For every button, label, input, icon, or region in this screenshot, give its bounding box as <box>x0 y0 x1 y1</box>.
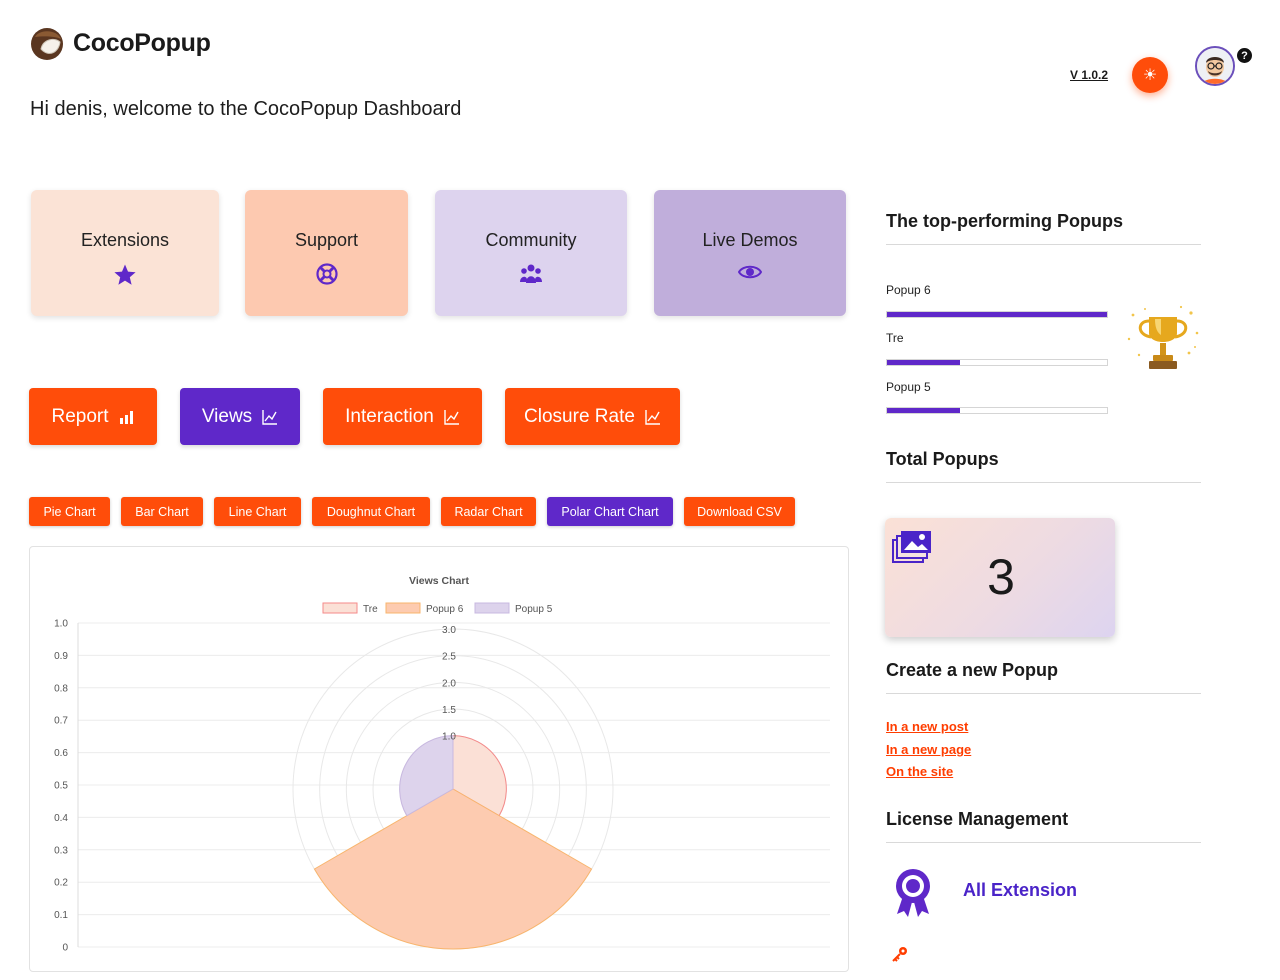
r-tick-label: 3.0 <box>442 625 456 636</box>
top-popup-name: Tre <box>886 331 904 345</box>
help-icon[interactable]: ? <box>1237 48 1252 63</box>
interaction-label: Interaction <box>345 405 434 427</box>
pie-chart-button[interactable]: Pie Chart <box>29 497 110 526</box>
closure-rate-button[interactable]: Closure Rate <box>505 388 680 445</box>
report-button[interactable]: Report <box>29 388 157 445</box>
key-icon[interactable] <box>891 945 909 963</box>
doughnut-chart-button[interactable]: Doughnut Chart <box>312 497 430 526</box>
top-popup-name: Popup 5 <box>886 380 931 394</box>
divider <box>886 244 1201 245</box>
r-tick-label: 2.0 <box>442 678 456 689</box>
version-link[interactable]: V 1.0.2 <box>1070 68 1108 82</box>
total-popups-value: 3 <box>987 549 1015 605</box>
star-icon <box>114 264 136 285</box>
line-chart-button[interactable]: Line Chart <box>214 497 301 526</box>
progress-fill <box>887 408 960 413</box>
legend-swatch <box>385 602 421 614</box>
polar-chart-button[interactable]: Polar Chart Chart <box>547 497 673 526</box>
polar-slice <box>313 788 593 950</box>
coconut-icon <box>31 28 63 60</box>
line-chart-icon <box>262 409 278 425</box>
r-tick-label: 1.0 <box>442 732 456 743</box>
total-popups-title: Total Popups <box>886 449 999 469</box>
top-popup-progress <box>886 311 1108 318</box>
welcome-message: Hi denis, welcome to the CocoPopup Dashb… <box>30 98 462 120</box>
top-popup-name: Popup 6 <box>886 283 931 297</box>
y-tick-label: 0.8 <box>54 683 68 694</box>
y-tick-label: 0.2 <box>54 878 68 889</box>
legend-label: Popup 5 <box>515 604 553 615</box>
y-tick-label: 0 <box>62 943 68 954</box>
divider <box>886 482 1201 483</box>
card-community-label: Community <box>485 230 577 250</box>
create-popup-title: Create a new Popup <box>886 660 1059 680</box>
legend-label: Popup 6 <box>426 604 464 615</box>
y-tick-label: 1.0 <box>54 619 68 630</box>
y-tick-label: 0.6 <box>54 748 68 759</box>
y-tick-label: 0.1 <box>54 910 68 921</box>
users-icon <box>520 264 542 283</box>
app-logo[interactable]: CocoPopup <box>29 25 211 61</box>
bar-chart-button[interactable]: Bar Chart <box>121 497 203 526</box>
y-tick-label: 0.9 <box>54 651 68 662</box>
card-support[interactable]: Support <box>245 190 408 316</box>
card-extensions-label: Extensions <box>80 230 170 250</box>
progress-fill <box>887 312 1107 317</box>
top-popups-title: The top-performing Popups <box>886 211 1123 231</box>
new-page-link[interactable]: In a new page <box>886 742 971 757</box>
download-csv-button[interactable]: Download CSV <box>684 497 795 526</box>
legend-swatch <box>474 602 510 614</box>
on-site-link[interactable]: On the site <box>886 764 953 779</box>
interaction-button[interactable]: Interaction <box>323 388 482 445</box>
r-tick-label: 1.5 <box>442 705 456 716</box>
views-chart: Views Chart Tre Popup 6 Popup 5 1.0 0.9 0.8 0… <box>54 575 830 954</box>
lifebuoy-icon <box>315 263 338 285</box>
line-chart-icon <box>444 409 459 425</box>
legend-label: Tre <box>363 604 378 615</box>
legend-swatch <box>322 602 358 614</box>
avatar[interactable] <box>1195 46 1235 86</box>
closure-rate-label: Closure Rate <box>524 405 635 427</box>
line-chart-icon <box>645 409 660 425</box>
card-live-demos-label: Live Demos <box>702 230 798 250</box>
new-post-link[interactable]: In a new post <box>886 719 968 734</box>
card-community[interactable]: Community <box>435 190 627 316</box>
award-ribbon-icon <box>896 869 930 917</box>
y-tick-label: 0.7 <box>54 716 68 727</box>
top-popup-progress <box>886 359 1108 366</box>
total-popups-card: 3 <box>885 518 1115 637</box>
trophy-icon <box>1127 305 1199 369</box>
views-chart-panel: Views Chart Tre Popup 6 Popup 5 1.0 0.9 0.8 0… <box>29 546 849 972</box>
chart-title: Views Chart <box>409 575 469 587</box>
divider <box>886 842 1201 843</box>
y-tick-label: 0.4 <box>54 813 68 824</box>
r-tick-label: 2.5 <box>442 652 456 663</box>
avatar-face-icon <box>1197 48 1233 84</box>
app-name: CocoPopup <box>73 28 211 57</box>
radar-chart-button[interactable]: Radar Chart <box>441 497 536 526</box>
top-popup-progress <box>886 407 1108 414</box>
license-extension-name[interactable]: All Extension <box>963 880 1077 901</box>
license-title: License Management <box>886 809 1069 829</box>
y-tick-label: 0.3 <box>54 845 68 856</box>
views-label: Views <box>201 405 253 427</box>
report-label: Report <box>51 405 109 427</box>
progress-fill <box>887 360 960 365</box>
eye-icon <box>738 265 762 279</box>
y-tick-label: 0.5 <box>54 781 68 792</box>
views-button[interactable]: Views <box>180 388 300 445</box>
card-support-label: Support <box>294 230 359 250</box>
sun-icon: ☀ <box>1142 67 1158 84</box>
divider <box>886 693 1201 694</box>
card-extensions[interactable]: Extensions <box>31 190 219 316</box>
card-live-demos[interactable]: Live Demos <box>654 190 846 316</box>
bar-chart-icon <box>119 410 133 424</box>
theme-toggle-button[interactable]: ☀ <box>1132 57 1168 93</box>
